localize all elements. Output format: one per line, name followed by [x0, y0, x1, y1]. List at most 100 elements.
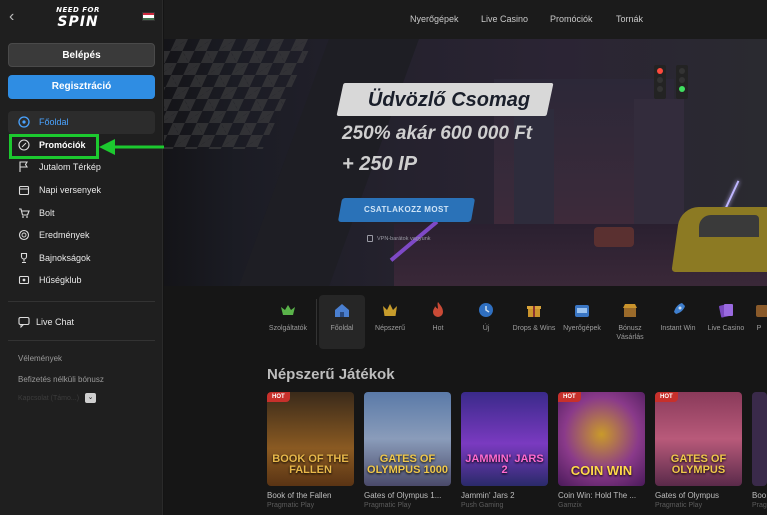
no-deposit-bonus-link[interactable]: Befizetés nélküli bónusz: [18, 375, 104, 384]
category-drops-wins[interactable]: Drops & Wins: [511, 295, 557, 349]
category-popular[interactable]: Népszerű: [367, 295, 413, 349]
sidebar-item-reward-map[interactable]: Jutalom Térkép: [8, 156, 155, 179]
topnav-live-casino[interactable]: Live Casino: [481, 14, 528, 24]
flag-icon: [18, 161, 30, 173]
game-provider: Pragmatic Play: [364, 502, 412, 509]
game-card[interactable]: Boo Prag: [752, 392, 767, 509]
reviews-link[interactable]: Vélemények: [18, 354, 62, 363]
category-bonus-buy[interactable]: Bónusz Vásárlás: [607, 295, 653, 349]
game-card[interactable]: HOT BOOK OF THE FALLEN Book of the Falle…: [267, 392, 354, 509]
main-content: Nyerőgépek Live Casino Promóciók Tornák …: [164, 0, 767, 515]
game-provider: Pragmatic Play: [267, 502, 315, 509]
lock-icon: [367, 235, 373, 242]
chevron-down-icon[interactable]: ⌄: [85, 393, 97, 403]
sidebar-item-shop[interactable]: Bolt: [8, 201, 155, 224]
category-new[interactable]: Új: [463, 295, 509, 349]
partial-icon: [751, 299, 767, 321]
game-card[interactable]: JAMMIN' JARS 2 Jammin' Jars 2 Push Gamin…: [461, 392, 548, 509]
back-chevron-icon[interactable]: ‹: [9, 9, 25, 25]
contact-support-item[interactable]: Kapcsolat (Támo...) ⌄: [18, 393, 97, 403]
gift-icon: [523, 299, 545, 321]
category-label: Drops & Wins: [512, 325, 556, 332]
sidebar-item-home[interactable]: Főoldal: [8, 111, 155, 134]
vpn-note: VPN-barátok vagyunk: [367, 235, 431, 242]
game-card[interactable]: HOT GATES OF OLYMPUS Gates of Olympus Pr…: [655, 392, 742, 509]
game-name: Coin Win: Hold The ...: [558, 491, 637, 500]
login-button[interactable]: Belépés: [8, 43, 155, 67]
topnav-slots[interactable]: Nyerőgépek: [410, 14, 459, 24]
live-chat-link[interactable]: Live Chat: [18, 316, 75, 329]
calendar-icon: [18, 184, 30, 196]
game-thumbnail[interactable]: [752, 392, 767, 486]
checkered-flag-decor: [164, 39, 314, 149]
hot-badge: HOT: [655, 392, 678, 402]
sidebar-item-label: Jutalom Térkép: [39, 162, 101, 173]
sidebar-item-daily-tournaments[interactable]: Napi versenyek: [8, 179, 155, 202]
rocket-icon: [667, 299, 689, 321]
sidebar-divider: [8, 301, 155, 302]
category-providers[interactable]: Szolgáltatók: [265, 295, 311, 349]
game-name: Gates of Olympus 1...: [364, 491, 442, 500]
game-thumbnail-title: GATES OF OLYMPUS: [670, 453, 727, 476]
category-label: Instant Win: [660, 325, 696, 332]
game-thumbnail-title: GATES OF OLYMPUS 1000: [367, 453, 448, 476]
game-thumbnail-title: BOOK OF THE FALLEN: [272, 453, 349, 476]
sidebar-item-label: Bolt: [39, 207, 55, 218]
crown-wings-icon: [277, 299, 299, 321]
category-label: Népszerű: [375, 325, 405, 332]
category-label: Live Casino: [707, 325, 745, 332]
game-name: Boo: [752, 491, 767, 500]
game-name: Book of the Fallen: [267, 491, 332, 500]
vpn-note-label: VPN-barátok vagyunk: [377, 235, 431, 242]
hungary-flag-icon[interactable]: [142, 12, 155, 21]
hero-banner[interactable]: Üdvözlő Csomag 250% akár 600 000 Ft + 25…: [164, 39, 767, 286]
game-thumbnail[interactable]: GATES OF OLYMPUS 1000: [364, 392, 451, 486]
sidebar-item-results[interactable]: Eredmények: [8, 224, 155, 247]
sidebar-divider: [8, 340, 155, 341]
category-label: Új: [482, 325, 490, 332]
join-now-button[interactable]: CSATLAKOZZ MOST: [340, 198, 473, 222]
category-label: Hot: [432, 325, 444, 332]
home-icon: [331, 299, 353, 321]
hot-badge: HOT: [558, 392, 581, 402]
sidebar: ‹ NEED FOR SPIN Belépés Regisztráció Főo…: [0, 0, 249, 515]
game-card[interactable]: HOT COIN WIN Coin Win: Hold The ... Gamz…: [558, 392, 645, 509]
game-thumbnail[interactable]: HOT GATES OF OLYMPUS: [655, 392, 742, 486]
game-thumbnail[interactable]: HOT BOOK OF THE FALLEN: [267, 392, 354, 486]
category-label: Bónusz Vásárlás: [616, 325, 644, 341]
sidebar-header: ‹ NEED FOR SPIN: [0, 0, 162, 38]
sidebar-item-championships[interactable]: Bajnokságok: [8, 247, 155, 270]
brand-logo[interactable]: NEED FOR SPIN: [50, 6, 106, 32]
game-thumbnail[interactable]: HOT COIN WIN: [558, 392, 645, 486]
category-live-casino[interactable]: Live Casino: [703, 295, 749, 349]
crown-icon: [379, 299, 401, 321]
category-label: Főoldal: [330, 325, 354, 332]
category-label: Nyerőgépek: [563, 325, 601, 332]
category-home[interactable]: Főoldal: [319, 295, 365, 349]
top-navigation: Nyerőgépek Live Casino Promóciók Tornák: [164, 0, 767, 39]
compass-icon: [18, 116, 30, 128]
register-button[interactable]: Regisztráció: [8, 75, 155, 99]
live-chat-label: Live Chat: [36, 317, 75, 327]
sidebar-item-label: Hűségklub: [39, 275, 82, 286]
category-slots[interactable]: Nyerőgépek: [559, 295, 605, 349]
topnav-promotions[interactable]: Promóciók: [550, 14, 593, 24]
game-provider: Gamzix: [558, 502, 582, 509]
category-hot[interactable]: Hot: [415, 295, 461, 349]
topnav-tournaments[interactable]: Tornák: [616, 14, 643, 24]
category-label: P: [756, 325, 762, 332]
game-provider: Prag: [752, 502, 767, 509]
flame-icon: [427, 299, 449, 321]
category-instant-win[interactable]: Instant Win: [655, 295, 701, 349]
sidebar-item-loyalty-club[interactable]: Hűségklub: [8, 269, 155, 292]
game-card[interactable]: GATES OF OLYMPUS 1000 Gates of Olympus 1…: [364, 392, 451, 509]
sidebar-item-label: Bajnokságok: [39, 252, 91, 263]
category-partial[interactable]: P: [751, 295, 767, 349]
sidebar-item-label: Eredmények: [39, 230, 90, 241]
game-thumbnail[interactable]: JAMMIN' JARS 2: [461, 392, 548, 486]
clock-icon: [475, 299, 497, 321]
hero-title: Üdvözlő Csomag: [367, 89, 531, 111]
trophy-icon: [18, 252, 30, 264]
category-label: Szolgáltatók: [268, 325, 308, 332]
game-name: Gates of Olympus: [655, 491, 720, 500]
